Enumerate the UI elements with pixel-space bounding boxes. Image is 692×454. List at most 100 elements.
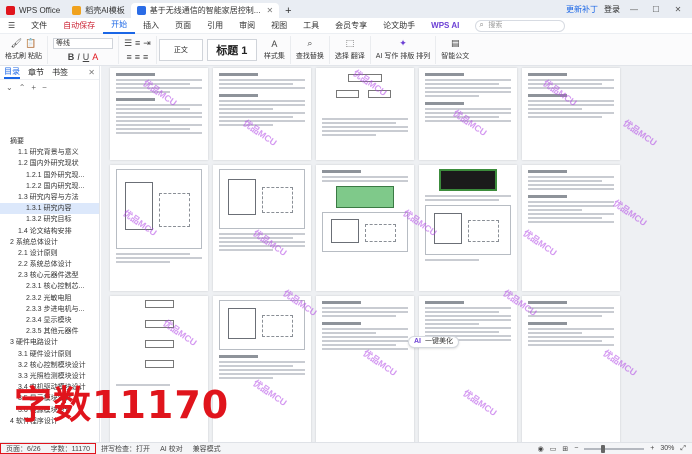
fit-window-icon[interactable]: ⤢ bbox=[680, 445, 686, 453]
nav-tab-chapters[interactable]: 章节 bbox=[28, 67, 44, 78]
toc-item[interactable]: 1.2.2 国内研究现... bbox=[0, 181, 99, 192]
paste-label[interactable]: 粘贴 bbox=[28, 53, 42, 60]
toc-item[interactable]: 2 系统总体设计 bbox=[0, 237, 99, 248]
underline-icon[interactable]: U bbox=[83, 52, 90, 62]
menu-review[interactable]: 审阅 bbox=[231, 20, 263, 31]
italic-icon[interactable]: I bbox=[77, 52, 80, 62]
eye-icon[interactable]: ◉ bbox=[538, 445, 544, 453]
toc-item[interactable]: 1.2.1 国外研究现... bbox=[0, 170, 99, 181]
numbered-list-icon[interactable]: ≡ bbox=[135, 38, 140, 49]
toc-item[interactable]: 1.3.1 研究内容 bbox=[0, 203, 99, 215]
menu-file[interactable]: 文件 bbox=[23, 20, 55, 31]
format-painter-icon[interactable]: 🖌 bbox=[11, 38, 22, 49]
toc-item[interactable]: 2.3.4 显示模块 bbox=[0, 315, 99, 326]
remove-heading-icon[interactable]: − bbox=[42, 83, 47, 92]
ai-proofread-button[interactable]: AI 校对 bbox=[155, 444, 188, 454]
tab-template[interactable]: 稻壳AI模板 bbox=[66, 3, 131, 18]
typeset-label[interactable]: 排版 bbox=[400, 53, 414, 60]
minimize-icon[interactable]: — bbox=[626, 5, 642, 14]
translate-label[interactable]: 翻译 bbox=[351, 53, 365, 60]
menu-home[interactable]: 开始 bbox=[103, 18, 136, 34]
menu-view[interactable]: 视图 bbox=[263, 20, 295, 31]
toc-item[interactable]: 3 硬件电路设计 bbox=[0, 337, 99, 348]
menu-insert[interactable]: 插入 bbox=[135, 20, 167, 31]
toc-item[interactable]: 1.3 研究内容与方法 bbox=[0, 192, 99, 203]
toc-item[interactable]: 2.3.2 光敏电阻 bbox=[0, 293, 99, 304]
ai-write-label[interactable]: AI 写作 bbox=[376, 53, 399, 60]
ai-beautify-button[interactable]: AI 一键美化 bbox=[408, 336, 459, 348]
find-replace-icon[interactable]: ⌕ bbox=[307, 38, 312, 49]
format-painter-label[interactable]: 格式刷 bbox=[5, 53, 26, 60]
new-tab-button[interactable]: + bbox=[279, 3, 297, 18]
menu-tools[interactable]: 工具 bbox=[295, 20, 327, 31]
find-replace-label[interactable]: 查找替换 bbox=[296, 51, 324, 61]
page-indicator[interactable]: 页面：6/26 bbox=[1, 444, 46, 454]
toc-item[interactable]: 2.3.5 其他元器件 bbox=[0, 326, 99, 337]
zoom-in-icon[interactable]: + bbox=[650, 445, 654, 452]
close-window-icon[interactable]: ✕ bbox=[670, 5, 686, 14]
menu-toggle-icon[interactable]: ☰ bbox=[0, 21, 23, 30]
ai-write-icon[interactable]: ✦ bbox=[399, 38, 407, 49]
tab-wps-office[interactable]: WPS Office bbox=[0, 3, 66, 18]
font-name-select[interactable]: 等线 bbox=[52, 37, 113, 49]
add-heading-icon[interactable]: + bbox=[31, 83, 36, 92]
bold-icon[interactable]: B bbox=[68, 52, 75, 62]
style-set-icon[interactable]: A bbox=[271, 39, 277, 49]
spellcheck-toggle[interactable]: 拼写检查：打开 bbox=[96, 444, 155, 454]
toc-item[interactable]: 3.2 核心控制模块设计 bbox=[0, 360, 99, 371]
document-icon bbox=[136, 6, 146, 15]
align-left-icon[interactable]: ≡ bbox=[127, 52, 132, 62]
expand-icon[interactable]: ⌄ bbox=[6, 83, 13, 92]
menu-paper-assistant[interactable]: 论文助手 bbox=[375, 20, 423, 31]
menu-page[interactable]: 页面 bbox=[167, 20, 199, 31]
toc-item[interactable]: 3.3 光照检测模块设计 bbox=[0, 371, 99, 382]
document-page bbox=[110, 68, 208, 160]
nav-tab-toc[interactable]: 目录 bbox=[4, 66, 20, 79]
close-tab-icon[interactable]: ✕ bbox=[266, 6, 273, 15]
style-body[interactable]: 正文 bbox=[158, 38, 203, 61]
toc-item[interactable]: 1.3.2 研究目标 bbox=[0, 214, 99, 225]
close-pane-icon[interactable]: ✕ bbox=[88, 68, 99, 77]
nav-tab-bookmarks[interactable]: 书签 bbox=[52, 67, 68, 78]
web-view-icon[interactable]: ⊞ bbox=[562, 445, 568, 453]
toc-item[interactable]: 2.3 核心元器件选型 bbox=[0, 270, 99, 281]
menu-wps-ai[interactable]: WPS AI bbox=[423, 21, 467, 30]
select-icon[interactable]: ⬚ bbox=[346, 38, 355, 49]
zoom-slider[interactable] bbox=[584, 444, 645, 453]
toc-item[interactable]: 1.4 论文结构安排 bbox=[0, 226, 99, 237]
autosave-toggle[interactable]: 自动保存 bbox=[55, 20, 103, 31]
smart-doc-label[interactable]: 智能公文 bbox=[441, 51, 469, 61]
toc-item[interactable]: 2.3.1 核心控制芯... bbox=[0, 281, 99, 292]
font-color-icon[interactable]: A bbox=[92, 52, 98, 62]
align-center-icon[interactable]: ≡ bbox=[135, 52, 140, 62]
collapse-icon[interactable]: ⌃ bbox=[19, 83, 26, 92]
zoom-level[interactable]: 30% bbox=[660, 445, 674, 452]
zoom-out-icon[interactable]: − bbox=[574, 445, 578, 452]
toc-item[interactable]: 摘要 bbox=[0, 136, 99, 147]
smart-doc-icon[interactable]: ▤ bbox=[451, 38, 460, 49]
style-set-label[interactable]: 样式集 bbox=[264, 51, 285, 61]
style-heading-1[interactable]: 标题 1 bbox=[206, 38, 257, 61]
update-button[interactable]: 更新补丁 bbox=[566, 4, 598, 15]
menu-member[interactable]: 会员专享 bbox=[327, 20, 375, 31]
indent-icon[interactable]: ⇥ bbox=[143, 38, 151, 49]
toc-item[interactable]: 2.3.3 步进电机与... bbox=[0, 304, 99, 315]
toc-item[interactable]: 3.1 硬件设计原则 bbox=[0, 349, 99, 360]
toc-item[interactable]: 1.1 研究背景与意义 bbox=[0, 147, 99, 158]
page-view-icon[interactable]: ▭ bbox=[550, 445, 557, 453]
user-button[interactable]: 登录 bbox=[604, 4, 620, 15]
zoom-slider-knob[interactable] bbox=[601, 444, 606, 453]
bullet-list-icon[interactable]: ☰ bbox=[124, 38, 132, 49]
toc-item[interactable]: 2.2 系统总体设计 bbox=[0, 259, 99, 270]
menu-reference[interactable]: 引用 bbox=[199, 20, 231, 31]
select-label[interactable]: 选择 bbox=[335, 53, 349, 60]
toc-item[interactable]: 2.1 设计原则 bbox=[0, 248, 99, 259]
align-right-icon[interactable]: ≡ bbox=[143, 52, 148, 62]
paste-icon[interactable]: 📋 bbox=[25, 38, 36, 49]
maximize-icon[interactable]: ☐ bbox=[648, 5, 664, 14]
tab-document[interactable]: 基于无线通信的智能家居控制... ✕ bbox=[130, 3, 280, 18]
search-input[interactable]: 搜索 bbox=[475, 19, 566, 32]
layout-label[interactable]: 排列 bbox=[416, 53, 430, 60]
toc-item[interactable]: 1.2 国内外研究现状 bbox=[0, 158, 99, 169]
word-count-indicator[interactable]: 字数：11170 bbox=[46, 444, 95, 454]
